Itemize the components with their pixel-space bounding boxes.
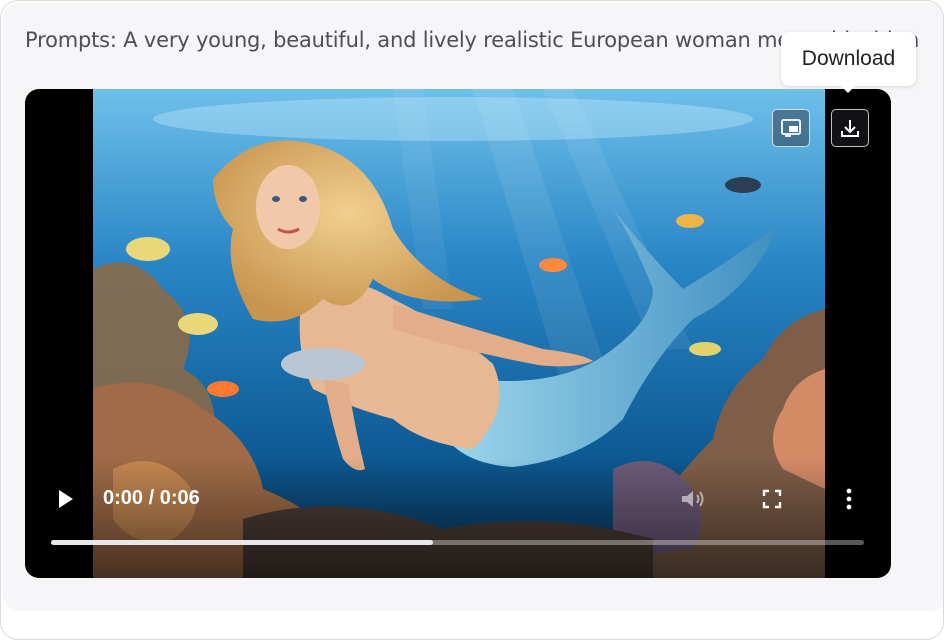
download-button[interactable] xyxy=(831,109,869,147)
more-options-icon xyxy=(846,488,852,510)
mute-button[interactable] xyxy=(679,487,707,511)
result-panel: Prompts: A very young, beautiful, and li… xyxy=(3,3,943,611)
video-player[interactable]: 0:00 / 0:06 xyxy=(25,89,891,578)
volume-icon xyxy=(682,491,704,507)
play-button[interactable] xyxy=(55,487,77,511)
controls-gradient xyxy=(25,458,891,578)
play-icon xyxy=(59,490,73,508)
tooltip-label: Download xyxy=(801,47,896,70)
fullscreen-button[interactable] xyxy=(761,488,783,510)
tooltip-arrow xyxy=(841,86,855,93)
progress-bar-fill xyxy=(51,540,434,545)
more-options-button[interactable] xyxy=(845,487,853,511)
picture-in-picture-icon xyxy=(781,119,801,137)
download-tooltip: Download xyxy=(781,32,916,93)
picture-in-picture-button[interactable] xyxy=(772,109,810,147)
fullscreen-icon xyxy=(762,489,782,509)
time-display: 0:00 / 0:06 xyxy=(103,487,200,509)
progress-bar[interactable] xyxy=(51,540,864,545)
download-icon xyxy=(841,120,859,137)
result-card: Prompts: A very young, beautiful, and li… xyxy=(0,0,944,640)
